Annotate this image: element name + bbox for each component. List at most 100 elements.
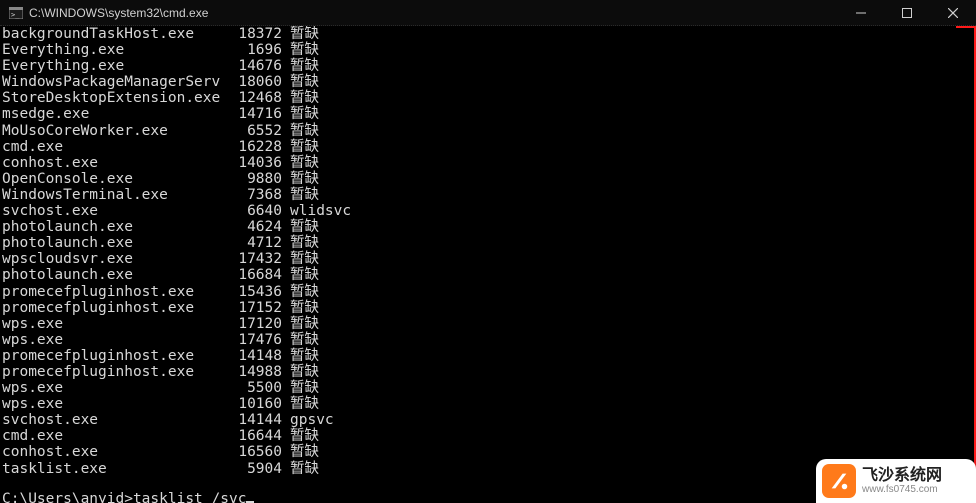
process-name: promecefpluginhost.exe bbox=[2, 348, 226, 364]
process-name: promecefpluginhost.exe bbox=[2, 284, 226, 300]
process-pid: 14988 bbox=[226, 364, 282, 380]
window-title: C:\WINDOWS\system32\cmd.exe bbox=[29, 6, 838, 20]
process-service: 暂缺 bbox=[282, 348, 319, 364]
process-row: wps.exe17476暂缺 bbox=[2, 332, 952, 348]
process-name: wpscloudsvr.exe bbox=[2, 251, 226, 267]
process-name: photolaunch.exe bbox=[2, 219, 226, 235]
process-pid: 14676 bbox=[226, 58, 282, 74]
process-service: 暂缺 bbox=[282, 219, 319, 235]
process-name: MoUsoCoreWorker.exe bbox=[2, 123, 226, 139]
process-name: backgroundTaskHost.exe bbox=[2, 26, 226, 42]
process-service: 暂缺 bbox=[282, 26, 319, 42]
process-row: wps.exe10160暂缺 bbox=[2, 396, 952, 412]
process-name: wps.exe bbox=[2, 316, 226, 332]
process-service: 暂缺 bbox=[282, 42, 319, 58]
process-pid: 17476 bbox=[226, 332, 282, 348]
window-controls bbox=[838, 0, 976, 26]
process-row: StoreDesktopExtension.exe12468暂缺 bbox=[2, 90, 952, 106]
process-name: Everything.exe bbox=[2, 42, 226, 58]
process-name: wps.exe bbox=[2, 380, 226, 396]
process-service: 暂缺 bbox=[282, 461, 319, 477]
process-pid: 17432 bbox=[226, 251, 282, 267]
process-pid: 14144 bbox=[226, 412, 282, 428]
process-service: 暂缺 bbox=[282, 428, 319, 444]
process-row: svchost.exe6640wlidsvc bbox=[2, 203, 952, 219]
process-row: photolaunch.exe16684暂缺 bbox=[2, 267, 952, 283]
watermark-badge: 飞沙系统网 www.fs0745.com bbox=[816, 459, 976, 503]
watermark-url: www.fs0745.com bbox=[862, 484, 942, 495]
terminal-output[interactable]: backgroundTaskHost.exe18372暂缺Everything.… bbox=[0, 26, 956, 503]
process-pid: 17152 bbox=[226, 300, 282, 316]
process-pid: 16560 bbox=[226, 444, 282, 460]
process-pid: 5500 bbox=[226, 380, 282, 396]
process-service: 暂缺 bbox=[282, 251, 319, 267]
process-service: wlidsvc bbox=[282, 203, 351, 219]
watermark-title: 飞沙系统网 bbox=[862, 467, 942, 484]
process-service: 暂缺 bbox=[282, 74, 319, 90]
process-service: 暂缺 bbox=[282, 267, 319, 283]
process-pid: 5904 bbox=[226, 461, 282, 477]
process-row: cmd.exe16228暂缺 bbox=[2, 139, 952, 155]
process-name: promecefpluginhost.exe bbox=[2, 300, 226, 316]
prompt-path: C:\Users\anyid> bbox=[2, 491, 133, 503]
process-name: wps.exe bbox=[2, 396, 226, 412]
process-pid: 16644 bbox=[226, 428, 282, 444]
watermark-text: 飞沙系统网 www.fs0745.com bbox=[862, 467, 942, 495]
process-row: Everything.exe1696暂缺 bbox=[2, 42, 952, 58]
process-row: wps.exe17120暂缺 bbox=[2, 316, 952, 332]
close-button[interactable] bbox=[930, 0, 976, 26]
process-name: conhost.exe bbox=[2, 155, 226, 171]
process-row: promecefpluginhost.exe17152暂缺 bbox=[2, 300, 952, 316]
process-name: msedge.exe bbox=[2, 106, 226, 122]
process-service: 暂缺 bbox=[282, 106, 319, 122]
process-row: OpenConsole.exe9880暂缺 bbox=[2, 171, 952, 187]
process-name: OpenConsole.exe bbox=[2, 171, 226, 187]
process-service: 暂缺 bbox=[282, 316, 319, 332]
process-pid: 4624 bbox=[226, 219, 282, 235]
titlebar: >_ C:\WINDOWS\system32\cmd.exe bbox=[0, 0, 976, 26]
process-service: 暂缺 bbox=[282, 300, 319, 316]
watermark-icon bbox=[822, 464, 856, 498]
process-row: msedge.exe14716暂缺 bbox=[2, 106, 952, 122]
process-row: conhost.exe14036暂缺 bbox=[2, 155, 952, 171]
process-name: svchost.exe bbox=[2, 203, 226, 219]
process-name: wps.exe bbox=[2, 332, 226, 348]
process-row: Everything.exe14676暂缺 bbox=[2, 58, 952, 74]
process-service: 暂缺 bbox=[282, 171, 319, 187]
process-pid: 17120 bbox=[226, 316, 282, 332]
process-pid: 18372 bbox=[226, 26, 282, 42]
process-pid: 15436 bbox=[226, 284, 282, 300]
process-name: photolaunch.exe bbox=[2, 267, 226, 283]
process-name: tasklist.exe bbox=[2, 461, 226, 477]
process-pid: 16684 bbox=[226, 267, 282, 283]
process-row: wpscloudsvr.exe17432暂缺 bbox=[2, 251, 952, 267]
process-service: 暂缺 bbox=[282, 444, 319, 460]
process-pid: 7368 bbox=[226, 187, 282, 203]
process-row: WindowsTerminal.exe7368暂缺 bbox=[2, 187, 952, 203]
process-service: 暂缺 bbox=[282, 58, 319, 74]
process-pid: 9880 bbox=[226, 171, 282, 187]
process-service: 暂缺 bbox=[282, 90, 319, 106]
process-pid: 18060 bbox=[226, 74, 282, 90]
process-row: conhost.exe16560暂缺 bbox=[2, 444, 952, 460]
process-service: gpsvc bbox=[282, 412, 334, 428]
process-name: svchost.exe bbox=[2, 412, 226, 428]
process-service: 暂缺 bbox=[282, 123, 319, 139]
process-service: 暂缺 bbox=[282, 235, 319, 251]
process-row: WindowsPackageManagerServ18060暂缺 bbox=[2, 74, 952, 90]
maximize-button[interactable] bbox=[884, 0, 930, 26]
process-row: svchost.exe14144gpsvc bbox=[2, 412, 952, 428]
process-name: WindowsTerminal.exe bbox=[2, 187, 226, 203]
process-row: promecefpluginhost.exe14988暂缺 bbox=[2, 364, 952, 380]
process-row: photolaunch.exe4624暂缺 bbox=[2, 219, 952, 235]
minimize-button[interactable] bbox=[838, 0, 884, 26]
process-pid: 10160 bbox=[226, 396, 282, 412]
process-pid: 14716 bbox=[226, 106, 282, 122]
process-row: photolaunch.exe4712暂缺 bbox=[2, 235, 952, 251]
cmd-icon: >_ bbox=[8, 5, 24, 21]
process-pid: 16228 bbox=[226, 139, 282, 155]
process-row: wps.exe5500暂缺 bbox=[2, 380, 952, 396]
process-name: cmd.exe bbox=[2, 428, 226, 444]
process-row: promecefpluginhost.exe14148暂缺 bbox=[2, 348, 952, 364]
process-name: StoreDesktopExtension.exe bbox=[2, 90, 226, 106]
